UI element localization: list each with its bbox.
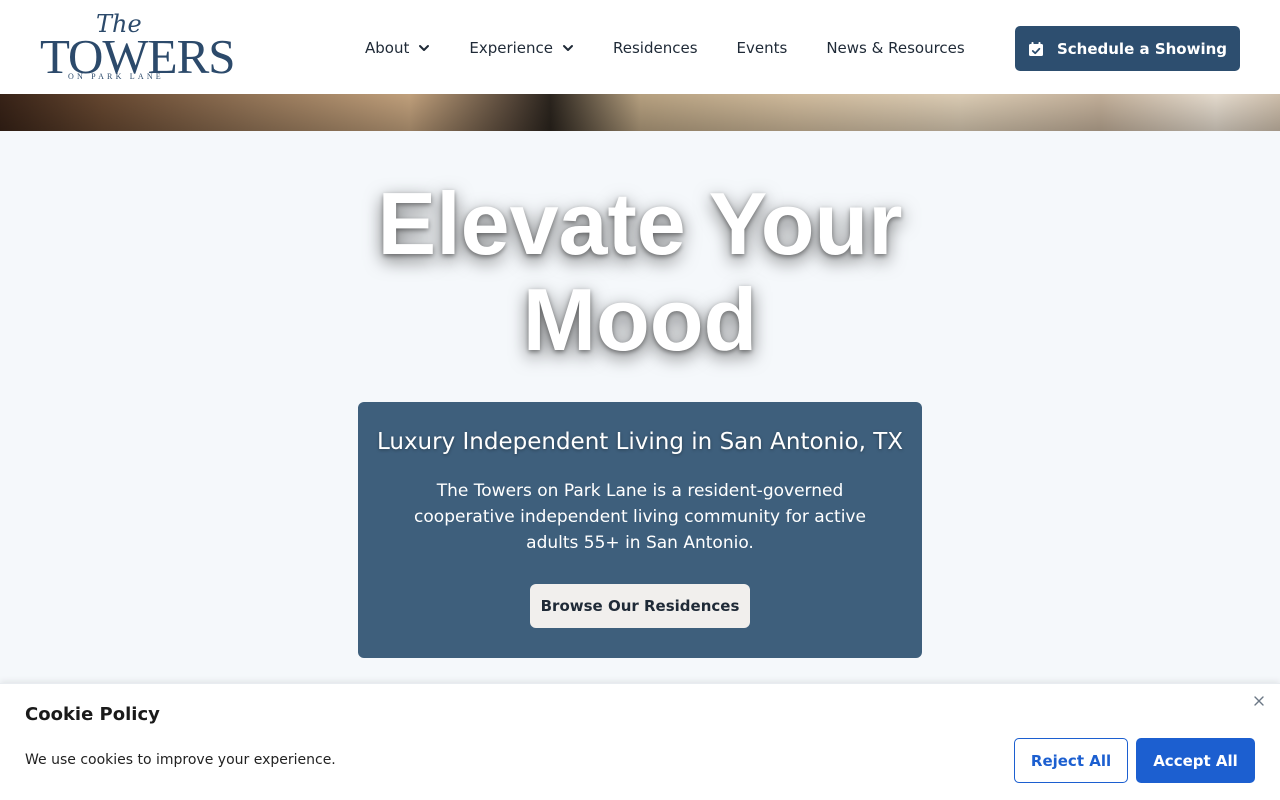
hero-card-title: Luxury Independent Living in San Antonio… [376, 429, 904, 455]
close-icon[interactable] [1252, 694, 1266, 708]
hero-headline-line2: Mood [522, 270, 758, 369]
cookie-text: We use cookies to improve your experienc… [25, 752, 336, 768]
hero-headline: Elevate Your Mood [0, 176, 1280, 368]
hero-card-description: The Towers on Park Lane is a resident-go… [414, 481, 866, 553]
cookie-banner: Cookie Policy We use cookies to improve … [0, 683, 1280, 800]
nav-item-residences[interactable]: Residences [613, 39, 698, 57]
nav-item-about[interactable]: About [365, 39, 430, 57]
logo-subtitle: ON PARK LANE [68, 72, 164, 81]
accept-all-button[interactable]: Accept All [1136, 738, 1255, 783]
nav-item-label: Events [736, 39, 788, 57]
nav-item-label: Residences [613, 39, 698, 57]
nav-item-news-resources[interactable]: News & Resources [826, 39, 964, 57]
nav-item-label: Experience [469, 39, 554, 57]
calendar-check-icon [1028, 41, 1043, 56]
schedule-showing-button[interactable]: Schedule a Showing [1015, 26, 1240, 71]
chevron-down-icon [419, 45, 430, 51]
schedule-showing-label: Schedule a Showing [1056, 39, 1228, 58]
hero-image-strip [0, 94, 1280, 131]
nav-item-label: News & Resources [826, 39, 965, 57]
main-nav: About Experience Residences Events News … [365, 36, 965, 60]
hero-headline-line1: Elevate Your [377, 174, 903, 273]
browse-residences-button[interactable]: Browse Our Residences [530, 584, 750, 628]
nav-item-events[interactable]: Events [737, 39, 788, 57]
site-header: The TOWERS ON PARK LANE About Experience… [0, 0, 1280, 94]
reject-all-button[interactable]: Reject All [1014, 738, 1128, 783]
cookie-title: Cookie Policy [25, 704, 160, 725]
nav-item-experience[interactable]: Experience [469, 39, 574, 57]
site-logo[interactable]: The TOWERS ON PARK LANE [40, 10, 236, 84]
chevron-down-icon [563, 45, 574, 51]
nav-item-label: About [365, 39, 410, 57]
hero-card: Luxury Independent Living in San Antonio… [358, 402, 922, 658]
